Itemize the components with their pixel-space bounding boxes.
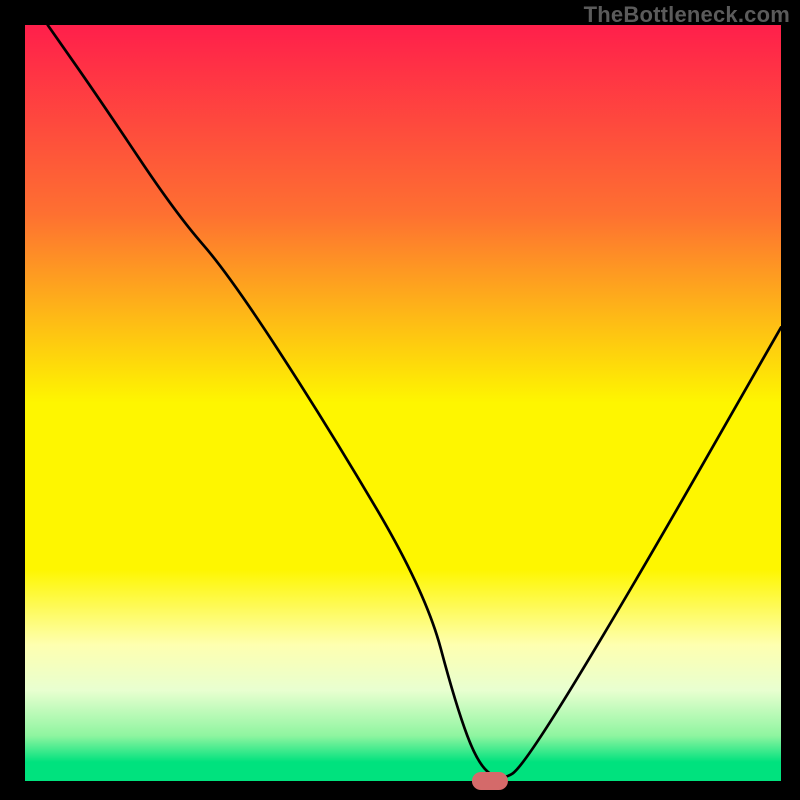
bottleneck-chart (0, 0, 800, 800)
optimal-marker (472, 772, 508, 790)
gradient-background (25, 25, 781, 781)
chart-frame: TheBottleneck.com (0, 0, 800, 800)
